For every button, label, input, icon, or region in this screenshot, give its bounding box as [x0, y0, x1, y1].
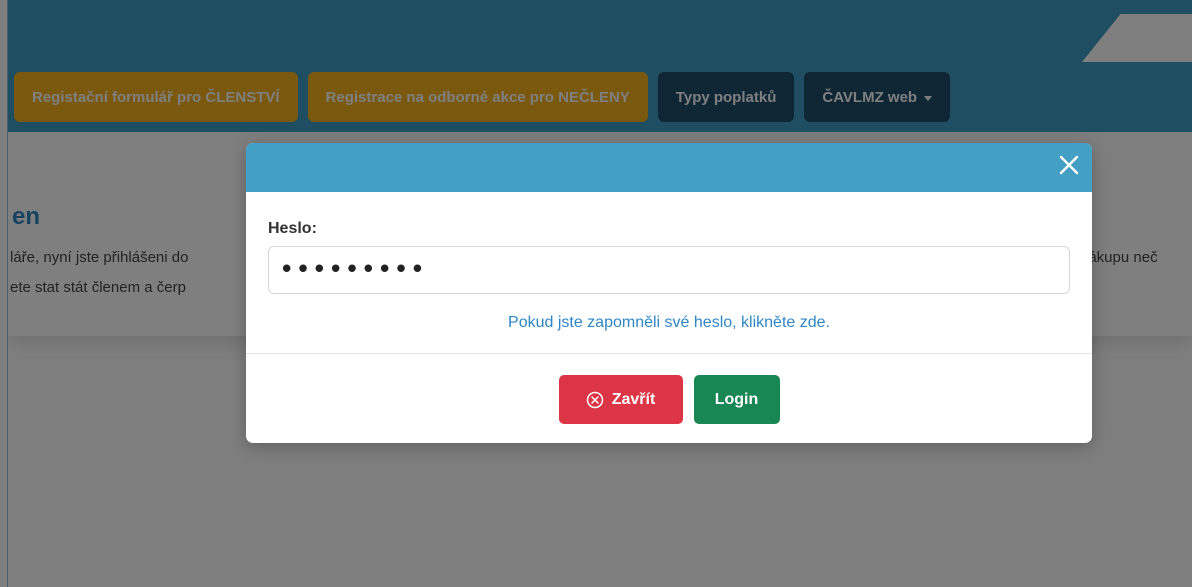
modal-body: Heslo: Pokud jste zapomněli své heslo, k…	[246, 192, 1092, 332]
close-icon[interactable]	[1054, 150, 1084, 180]
login-modal: Heslo: Pokud jste zapomněli své heslo, k…	[246, 143, 1092, 443]
modal-divider	[246, 353, 1092, 354]
password-label: Heslo:	[268, 220, 317, 237]
forgot-password-link[interactable]: Pokud jste zapomněli své heslo, klikněte…	[268, 314, 1070, 332]
login-button[interactable]: Login	[693, 375, 780, 424]
close-button[interactable]: Zavřít	[558, 375, 683, 424]
circle-x-icon	[586, 391, 603, 408]
password-input[interactable]	[268, 246, 1070, 294]
login-button-label: Login	[714, 390, 759, 408]
modal-footer: Zavřít Login	[246, 375, 1092, 424]
modal-header	[246, 143, 1092, 192]
close-button-label: Zavřít	[611, 390, 656, 408]
